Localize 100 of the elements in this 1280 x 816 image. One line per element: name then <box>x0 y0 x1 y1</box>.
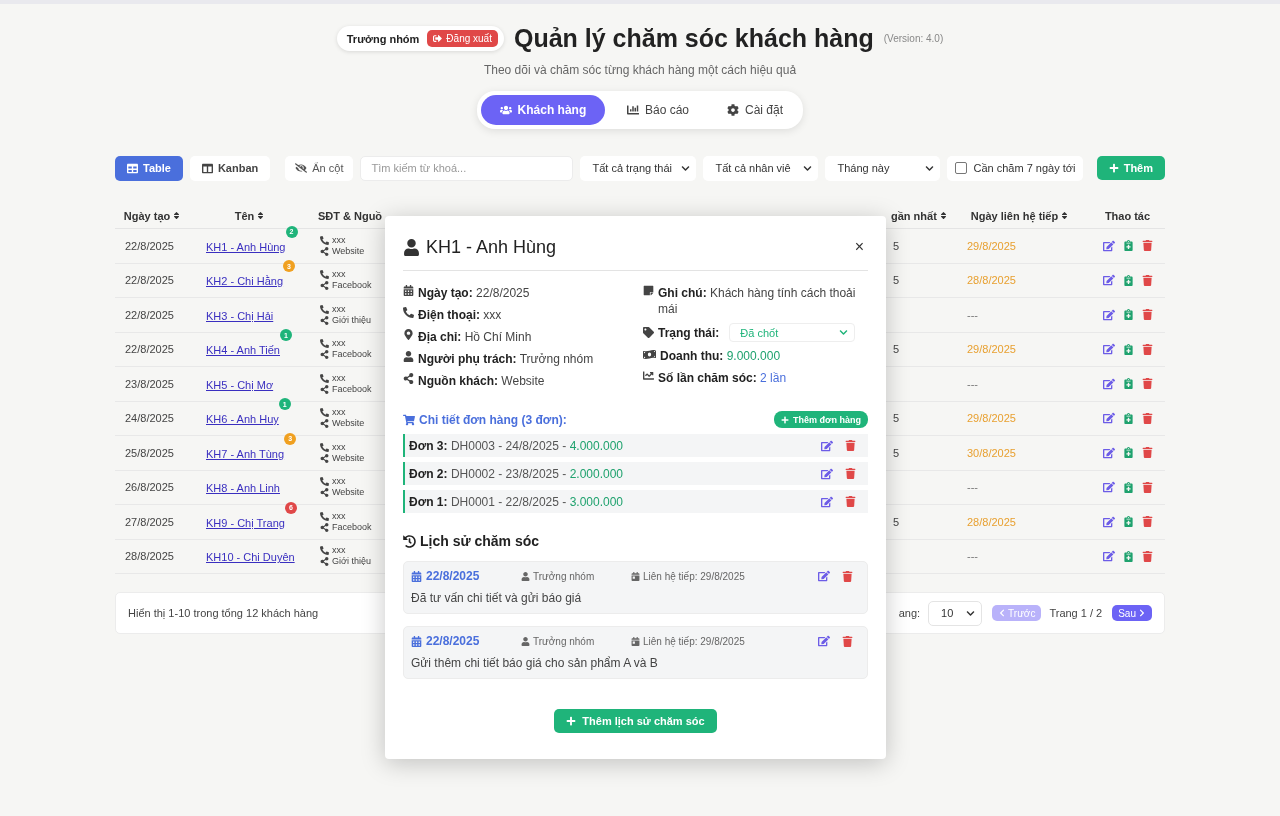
customer-link[interactable]: KH1 - Anh Hùng <box>206 240 286 253</box>
edit-icon[interactable] <box>1102 550 1115 563</box>
clipboard-plus-icon[interactable] <box>1122 274 1134 286</box>
edit-icon[interactable] <box>818 635 830 647</box>
share-icon <box>320 453 329 463</box>
table-cell: 28/8/2025 <box>125 550 174 563</box>
user-name: Trưởng nhóm <box>346 32 420 45</box>
phone-number: xxx <box>332 510 346 522</box>
source-label: Website <box>332 418 365 430</box>
trash-icon[interactable] <box>1141 378 1153 390</box>
trash-icon[interactable] <box>1141 240 1153 252</box>
column-header[interactable]: Ngày tạo <box>123 209 182 222</box>
calendar-icon <box>631 636 640 646</box>
trash-icon[interactable] <box>1141 274 1153 286</box>
filter-select[interactable]: Tháng này <box>825 155 941 181</box>
nav-tab[interactable]: Cài đặt <box>711 95 800 125</box>
phone-icon <box>320 373 329 383</box>
customer-link[interactable]: KH6 - Anh Huy <box>206 413 279 426</box>
trash-icon[interactable] <box>842 570 853 582</box>
column-header[interactable]: Tên <box>234 209 266 222</box>
customer-link[interactable]: KH8 - Anh Linh <box>206 482 280 495</box>
trash-icon[interactable] <box>845 440 856 451</box>
page-size-select[interactable]: 10 <box>928 600 983 626</box>
nav-tab[interactable]: Khách hàng <box>480 95 605 125</box>
trash-icon[interactable] <box>845 468 856 479</box>
edit-icon[interactable] <box>1102 274 1115 287</box>
edit-icon[interactable] <box>821 467 833 480</box>
clipboard-plus-icon[interactable] <box>1122 516 1134 528</box>
share-icon <box>320 246 329 256</box>
trash-icon[interactable] <box>1141 550 1153 562</box>
trash-icon[interactable] <box>1141 309 1153 321</box>
dialog-title: KH1 - Anh Hùng <box>426 236 557 258</box>
filter-select[interactable]: Tất cả trạng thái <box>580 155 697 181</box>
table-cell: --- <box>967 481 978 494</box>
trash-icon[interactable] <box>1141 412 1153 424</box>
trash-icon[interactable] <box>1141 516 1153 528</box>
customer-link[interactable]: KH7 - Anh Tùng <box>206 447 285 460</box>
source-label: Website <box>332 487 365 499</box>
phone-number: xxx <box>332 476 346 488</box>
phone-number: xxx <box>332 338 346 350</box>
filter-select[interactable]: Tất cả nhân viê <box>703 155 819 181</box>
chevron-down-icon <box>966 608 976 618</box>
trash-icon[interactable] <box>1141 481 1153 493</box>
clipboard-plus-icon[interactable] <box>1122 481 1134 493</box>
edit-icon[interactable] <box>1102 412 1115 425</box>
phone-icon <box>320 304 329 314</box>
next-button[interactable]: Sau <box>1112 605 1152 621</box>
table-cell: 30/8/2025 <box>967 446 1016 459</box>
edit-icon[interactable] <box>1102 239 1115 252</box>
clipboard-plus-icon[interactable] <box>1122 343 1134 355</box>
source-label: Website <box>332 452 365 464</box>
history-owner: Trưởng nhóm <box>533 635 595 647</box>
edit-icon[interactable] <box>821 439 833 452</box>
trash-icon[interactable] <box>842 635 853 647</box>
customer-link[interactable]: KH4 - Anh Tiến <box>206 344 280 357</box>
edit-icon[interactable] <box>1102 446 1115 459</box>
close-button[interactable]: × <box>850 238 868 256</box>
phone-number: xxx <box>332 441 346 453</box>
history-date: 22/8/2025 <box>411 569 521 583</box>
clipboard-plus-icon[interactable] <box>1122 309 1134 321</box>
edit-icon[interactable] <box>1102 515 1115 528</box>
clipboard-plus-icon[interactable] <box>1122 550 1134 562</box>
logout-icon <box>433 34 443 43</box>
edit-icon[interactable] <box>1102 377 1115 390</box>
trash-icon[interactable] <box>845 496 856 507</box>
clipboard-plus-icon[interactable] <box>1122 378 1134 390</box>
logout-button[interactable]: Đăng xuất <box>427 30 498 47</box>
checkbox[interactable] <box>955 162 968 174</box>
field-text: Doanh thu: 9.000.000 <box>660 348 781 364</box>
trash-icon[interactable] <box>1141 447 1153 459</box>
customer-link[interactable]: KH5 - Chị Mơ <box>206 378 274 391</box>
edit-icon[interactable] <box>1102 308 1115 321</box>
edit-icon[interactable] <box>1102 343 1115 356</box>
plus-icon <box>781 415 790 424</box>
search-field[interactable]: Tìm kiếm từ khoá... <box>360 155 574 181</box>
settings-icon <box>727 104 739 116</box>
view-toggle[interactable]: Kanban <box>189 155 271 181</box>
hide-columns-button[interactable]: Ẩn cột <box>285 155 354 181</box>
plus-icon <box>1108 163 1119 173</box>
view-toggle[interactable]: Table <box>115 155 183 181</box>
phone-icon <box>320 339 329 349</box>
clipboard-plus-icon[interactable] <box>1122 240 1134 252</box>
clipboard-plus-icon[interactable] <box>1122 447 1134 459</box>
table-cell: 22/8/2025 <box>125 308 174 321</box>
customer-link[interactable]: KH2 - Chị Hằng <box>206 275 284 288</box>
column-header[interactable]: gần nhất <box>891 209 948 222</box>
chevron-down-icon <box>681 163 691 173</box>
trash-icon[interactable] <box>1141 343 1153 355</box>
nav-tab[interactable]: Báo cáo <box>610 95 705 125</box>
edit-icon[interactable] <box>818 570 830 582</box>
customer-link[interactable]: KH3 - Chị Hải <box>206 309 274 322</box>
table-cell: 24/8/2025 <box>125 412 174 425</box>
edit-icon[interactable] <box>821 495 833 508</box>
edit-icon[interactable] <box>1102 481 1115 494</box>
customer-link[interactable]: KH9 - Chị Trang <box>206 516 285 529</box>
clipboard-plus-icon[interactable] <box>1122 412 1134 424</box>
customer-link[interactable]: KH10 - Chị Duyên <box>206 551 295 564</box>
column-header[interactable]: SĐT & Nguồ <box>317 209 383 222</box>
column-header[interactable]: Ngày liên hệ tiếp <box>970 209 1070 222</box>
chevron-down-icon <box>803 163 813 173</box>
